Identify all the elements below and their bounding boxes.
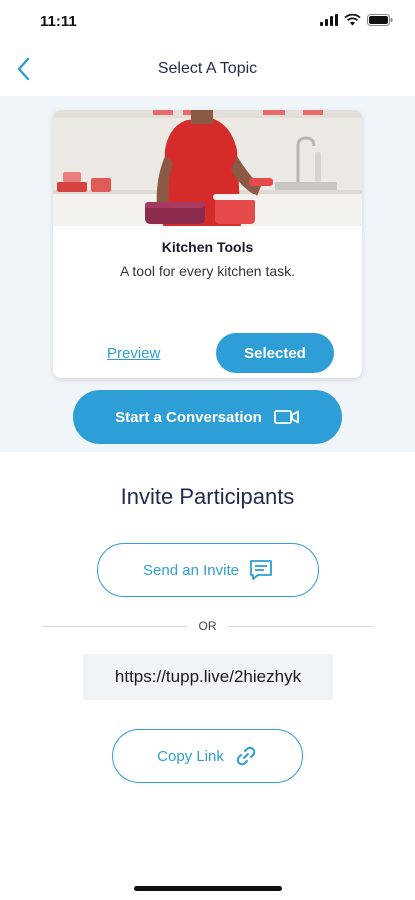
topic-section: Kitchen Tools A tool for every kitchen t…	[0, 96, 415, 452]
copy-link-button[interactable]: Copy Link	[112, 729, 303, 783]
send-invite-label: Send an Invite	[143, 561, 239, 579]
video-camera-icon	[273, 410, 299, 424]
status-bar: 11:11	[0, 0, 415, 44]
topic-title: Kitchen Tools	[161, 239, 254, 255]
invite-link-field[interactable]: https://tupp.live/2hiezhyk	[83, 654, 333, 700]
home-indicator[interactable]	[134, 886, 282, 891]
preview-link[interactable]: Preview	[107, 345, 160, 362]
send-invite-button[interactable]: Send an Invite	[97, 543, 319, 597]
status-icons	[320, 14, 393, 26]
page-title: Select A Topic	[157, 60, 258, 77]
chat-message-icon	[250, 560, 272, 580]
link-icon	[236, 746, 256, 766]
invite-title: Invite Participants	[120, 484, 295, 509]
battery-icon	[367, 14, 393, 26]
or-divider: OR	[42, 619, 373, 635]
wifi-icon	[344, 14, 361, 26]
status-time: 11:11	[40, 13, 77, 30]
signal-icon	[320, 14, 338, 26]
nav-bar: Select A Topic	[0, 44, 415, 96]
selected-button[interactable]: Selected	[216, 333, 334, 373]
start-conversation-button[interactable]: Start a Conversation	[73, 390, 342, 444]
topic-subtitle: A tool for every kitchen task.	[119, 263, 296, 279]
start-conversation-label: Start a Conversation	[115, 408, 262, 426]
copy-link-label: Copy Link	[157, 747, 224, 765]
topic-card[interactable]: Kitchen Tools A tool for every kitchen t…	[53, 110, 362, 378]
topic-image	[53, 110, 362, 226]
